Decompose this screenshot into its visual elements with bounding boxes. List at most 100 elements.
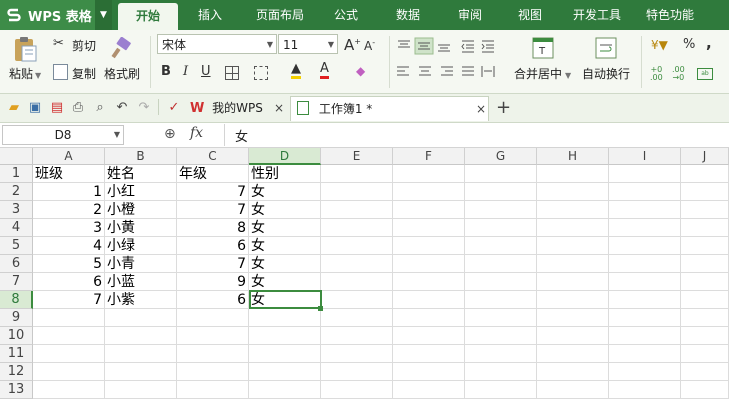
tab-menu-8[interactable]: 开发工具 [564, 0, 630, 30]
cell-b6[interactable]: 小青 [105, 255, 177, 273]
cell-d12[interactable] [249, 363, 321, 381]
cell-e11[interactable] [321, 345, 393, 363]
wrap-text-button[interactable]: 自动换行 [582, 65, 630, 82]
column-header-d[interactable]: D [249, 148, 321, 165]
cell-a13[interactable] [33, 381, 105, 399]
bold-icon[interactable]: B [161, 64, 171, 79]
cut-button[interactable]: 剪切 [72, 37, 96, 54]
cell-a12[interactable] [33, 363, 105, 381]
cell-j12[interactable] [681, 363, 729, 381]
name-box[interactable]: D8 ▼ [2, 125, 124, 145]
percent-button[interactable]: % [683, 37, 695, 52]
cell-h11[interactable] [537, 345, 609, 363]
cell-e4[interactable] [321, 219, 393, 237]
tab-menu-6[interactable]: 审阅 [448, 0, 492, 30]
copy-icon[interactable] [53, 64, 68, 80]
tab-menu-4[interactable]: 公式 [324, 0, 368, 30]
tab-menu-3[interactable]: 页面布局 [246, 0, 314, 30]
cell-b2[interactable]: 小红 [105, 183, 177, 201]
cell-d6[interactable]: 女 [249, 255, 321, 273]
cell-f6[interactable] [393, 255, 465, 273]
cell-d9[interactable] [249, 309, 321, 327]
cell-a9[interactable] [33, 309, 105, 327]
cell-h12[interactable] [537, 363, 609, 381]
row-header-2[interactable]: 2 [0, 183, 33, 201]
wrap-text-icon[interactable] [593, 35, 619, 61]
cell-i10[interactable] [609, 327, 681, 345]
row-header-9[interactable]: 9 [0, 309, 33, 327]
cell-c6[interactable]: 7 [177, 255, 249, 273]
row-header-12[interactable]: 12 [0, 363, 33, 381]
cell-g9[interactable] [465, 309, 537, 327]
cell-a7[interactable]: 6 [33, 273, 105, 291]
undo-icon[interactable]: ↶ [114, 99, 130, 115]
cell-c5[interactable]: 6 [177, 237, 249, 255]
cell-e8[interactable] [321, 291, 393, 309]
cell-c7[interactable]: 9 [177, 273, 249, 291]
formula-input[interactable]: 女 [235, 126, 248, 145]
open-folder-icon[interactable]: ▰ [6, 99, 22, 115]
cell-h3[interactable] [537, 201, 609, 219]
font-color-icon[interactable]: A [320, 62, 329, 79]
tab-menu-7[interactable]: 视图 [508, 0, 552, 30]
cell-f12[interactable] [393, 363, 465, 381]
column-header-e[interactable]: E [321, 148, 393, 165]
cell-d7[interactable]: 女 [249, 273, 321, 291]
tab-menu-5[interactable]: 数据 [386, 0, 430, 30]
cell-e2[interactable] [321, 183, 393, 201]
row-header-5[interactable]: 5 [0, 237, 33, 255]
cell-b10[interactable] [105, 327, 177, 345]
cell-c1[interactable]: 年级 [177, 165, 249, 183]
cell-h1[interactable] [537, 165, 609, 183]
cell-i6[interactable] [609, 255, 681, 273]
cell-j11[interactable] [681, 345, 729, 363]
cell-f9[interactable] [393, 309, 465, 327]
new-tab-icon[interactable]: + [496, 96, 511, 120]
app-dropdown-icon[interactable]: ▼ [95, 0, 112, 30]
cell-b11[interactable] [105, 345, 177, 363]
column-header-b[interactable]: B [105, 148, 177, 165]
cell-fill-pattern-icon[interactable] [254, 66, 268, 80]
cell-j9[interactable] [681, 309, 729, 327]
clear-format-icon[interactable]: ◆ [356, 64, 365, 78]
row-header-11[interactable]: 11 [0, 345, 33, 363]
cell-g11[interactable] [465, 345, 537, 363]
cell-e5[interactable] [321, 237, 393, 255]
column-header-h[interactable]: H [537, 148, 609, 165]
format-painter-icon[interactable] [108, 36, 134, 62]
cell-f7[interactable] [393, 273, 465, 291]
cell-a6[interactable]: 5 [33, 255, 105, 273]
cell-i12[interactable] [609, 363, 681, 381]
cell-f2[interactable] [393, 183, 465, 201]
cell-i7[interactable] [609, 273, 681, 291]
cell-b1[interactable]: 姓名 [105, 165, 177, 183]
cell-i5[interactable] [609, 237, 681, 255]
cell-g4[interactable] [465, 219, 537, 237]
cell-g13[interactable] [465, 381, 537, 399]
merge-center-icon[interactable]: T [530, 35, 556, 61]
italic-icon[interactable]: I [183, 64, 188, 79]
cell-d4[interactable]: 女 [249, 219, 321, 237]
cell-b7[interactable]: 小蓝 [105, 273, 177, 291]
cell-g2[interactable] [465, 183, 537, 201]
cell-c11[interactable] [177, 345, 249, 363]
cell-f5[interactable] [393, 237, 465, 255]
cell-e9[interactable] [321, 309, 393, 327]
cell-e6[interactable] [321, 255, 393, 273]
cell-c9[interactable] [177, 309, 249, 327]
cell-j1[interactable] [681, 165, 729, 183]
cell-i1[interactable] [609, 165, 681, 183]
cell-g1[interactable] [465, 165, 537, 183]
cell-f3[interactable] [393, 201, 465, 219]
cell-b4[interactable]: 小黄 [105, 219, 177, 237]
copy-button[interactable]: 复制 [72, 65, 96, 82]
cell-b9[interactable] [105, 309, 177, 327]
cell-h2[interactable] [537, 183, 609, 201]
cell-e1[interactable] [321, 165, 393, 183]
cell-e3[interactable] [321, 201, 393, 219]
borders-icon[interactable] [225, 66, 239, 80]
cell-c12[interactable] [177, 363, 249, 381]
cell-a5[interactable]: 4 [33, 237, 105, 255]
cell-h8[interactable] [537, 291, 609, 309]
currency-format-icon[interactable]: ¥▼ [651, 38, 668, 52]
